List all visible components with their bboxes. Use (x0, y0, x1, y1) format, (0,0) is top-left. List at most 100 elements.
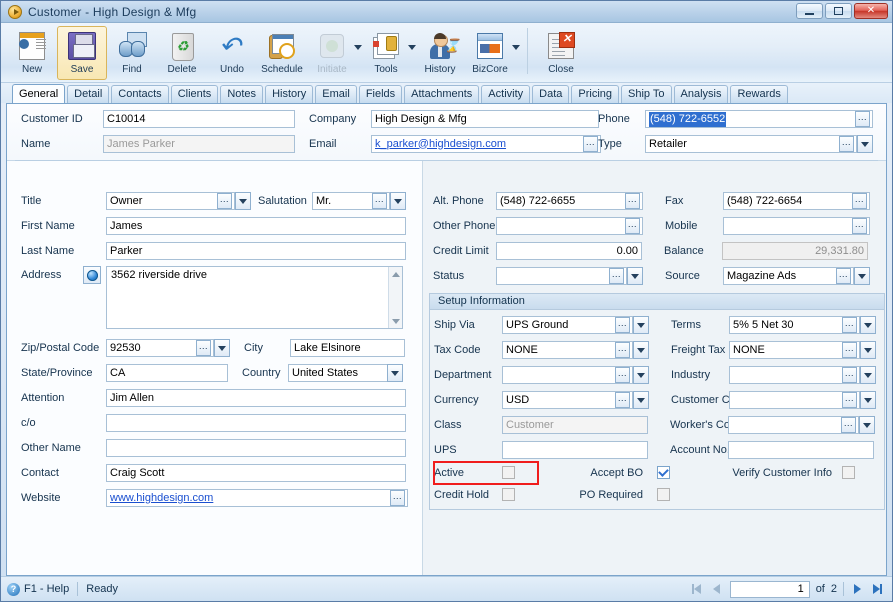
type-dropdown-button[interactable] (857, 135, 873, 153)
alt-phone-input[interactable]: (548) 722-6655 (496, 192, 625, 210)
salutation-ellipsis-button[interactable]: ⋯ (371, 193, 387, 209)
toolbar-button-delete[interactable]: ♻ Delete (157, 26, 207, 80)
toolbar-button-undo[interactable]: ↶ Undo (207, 26, 257, 80)
co-input[interactable] (106, 414, 406, 432)
toolbar-button-new[interactable]: New (7, 26, 57, 80)
tab-activity[interactable]: Activity (481, 85, 531, 103)
credit-hold-checkbox[interactable] (502, 488, 515, 501)
freight-tax-dropdown-button[interactable] (860, 341, 876, 359)
tab-ship-to[interactable]: Ship To (621, 85, 672, 103)
customer-code-input[interactable] (729, 391, 842, 409)
department-dropdown-button[interactable] (633, 366, 649, 384)
alt-phone-ellipsis-button[interactable]: ⋯ (625, 193, 640, 209)
email-input[interactable]: k_parker@highdesign.com (371, 135, 583, 153)
tab-detail[interactable]: Detail (67, 85, 110, 103)
next-record-icon[interactable] (850, 582, 864, 596)
industry-input[interactable] (729, 366, 842, 384)
website-input[interactable]: www.highdesign.com (106, 489, 390, 507)
title-dropdown-button[interactable] (235, 192, 251, 210)
previous-record-icon[interactable] (710, 582, 724, 596)
toolbar-button-save[interactable]: Save (57, 26, 107, 80)
country-dropdown-button[interactable] (387, 364, 403, 382)
currency-input[interactable]: USD (502, 391, 615, 409)
verify-customer-info-checkbox[interactable] (842, 466, 855, 479)
ship-via-ellipsis-button[interactable]: ⋯ (615, 317, 630, 333)
last-name-input[interactable]: Parker (106, 242, 406, 260)
title-ellipsis-button[interactable]: ⋯ (217, 193, 232, 209)
account-no-input[interactable] (728, 441, 874, 459)
terms-ellipsis-button[interactable]: ⋯ (842, 317, 857, 333)
toolbar-button-schedule[interactable]: Schedule (257, 26, 307, 80)
title-input[interactable]: Owner (106, 192, 217, 210)
department-ellipsis-button[interactable]: ⋯ (615, 367, 630, 383)
toolbar-button-initiate[interactable]: Initiate (307, 26, 357, 80)
address-textarea[interactable]: 3562 riverside drive (106, 266, 403, 329)
tab-rewards[interactable]: Rewards (730, 85, 788, 103)
website-ellipsis-button[interactable]: ⋯ (390, 490, 405, 506)
other-phone-ellipsis-button[interactable]: ⋯ (625, 218, 640, 234)
status-input[interactable] (496, 267, 609, 285)
other-name-input[interactable] (106, 439, 406, 457)
toolbar-button-tools[interactable]: Tools (361, 26, 411, 80)
zip-input[interactable]: 92530 (106, 339, 196, 357)
tab-notes[interactable]: Notes (220, 85, 264, 103)
currency-ellipsis-button[interactable]: ⋯ (615, 392, 630, 408)
fax-ellipsis-button[interactable]: ⋯ (852, 193, 867, 209)
terms-input[interactable]: 5% 5 Net 30 (729, 316, 842, 334)
state-input[interactable]: CA (106, 364, 228, 382)
last-record-icon[interactable] (870, 582, 884, 596)
email-ellipsis-button[interactable]: ⋯ (583, 136, 598, 152)
ship-via-dropdown-button[interactable] (633, 316, 649, 334)
minimize-button[interactable] (796, 3, 823, 19)
help-label[interactable]: F1 - Help (24, 583, 69, 595)
tab-fields[interactable]: Fields (358, 85, 403, 103)
type-ellipsis-button[interactable]: ⋯ (839, 136, 854, 152)
phone-input[interactable]: (548) 722-6552 (645, 110, 855, 128)
toolbar-button-history[interactable]: ⌛ History (415, 26, 465, 80)
tab-contacts[interactable]: Contacts (111, 85, 169, 103)
bizcore-dropdown-caret-icon[interactable] (511, 26, 521, 80)
city-input[interactable]: Lake Elsinore (290, 339, 405, 357)
fax-input[interactable]: (548) 722-6654 (723, 192, 852, 210)
freight-tax-ellipsis-button[interactable]: ⋯ (842, 342, 857, 358)
po-required-checkbox[interactable] (657, 488, 670, 501)
freight-tax-input[interactable]: NONE (729, 341, 842, 359)
tab-analysis[interactable]: Analysis (673, 85, 729, 103)
source-dropdown-button[interactable] (854, 267, 870, 285)
department-input[interactable] (502, 366, 615, 384)
contact-input[interactable]: Craig Scott (106, 464, 406, 482)
workers-code-dropdown-button[interactable] (859, 416, 875, 434)
tax-code-dropdown-button[interactable] (633, 341, 649, 359)
tab-attachments[interactable]: Attachments (404, 85, 480, 103)
tab-email[interactable]: Email (315, 85, 357, 103)
company-input[interactable]: High Design & Mfg (371, 110, 599, 128)
mobile-input[interactable] (723, 217, 852, 235)
toolbar-button-close[interactable]: ✕ Close (536, 26, 586, 80)
workers-code-ellipsis-button[interactable]: ⋯ (841, 417, 856, 433)
toolbar-button-bizcore[interactable]: BizCore (465, 26, 515, 80)
tab-clients[interactable]: Clients (170, 85, 219, 103)
status-dropdown-button[interactable] (627, 267, 643, 285)
first-record-icon[interactable] (690, 582, 704, 596)
tab-history[interactable]: History (265, 85, 314, 103)
page-number-input[interactable]: 1 (729, 580, 810, 598)
source-input[interactable]: Magazine Ads (723, 267, 836, 285)
source-ellipsis-button[interactable]: ⋯ (836, 268, 851, 284)
name-input[interactable]: James Parker (103, 135, 295, 153)
salutation-input[interactable]: Mr. (311, 192, 372, 210)
address-scrollbar[interactable] (388, 267, 402, 328)
tab-data[interactable]: Data (532, 85, 570, 103)
terms-dropdown-button[interactable] (860, 316, 876, 334)
other-phone-input[interactable] (496, 217, 625, 235)
close-button[interactable]: ✕ (854, 3, 888, 19)
customer-id-input[interactable]: C10014 (103, 110, 295, 128)
tab-general[interactable]: General (12, 84, 66, 103)
credit-limit-input[interactable]: 0.00 (496, 242, 642, 260)
mobile-ellipsis-button[interactable]: ⋯ (852, 218, 867, 234)
industry-dropdown-button[interactable] (860, 366, 876, 384)
ship-via-input[interactable]: UPS Ground (502, 316, 615, 334)
tax-code-ellipsis-button[interactable]: ⋯ (615, 342, 630, 358)
phone-ellipsis-button[interactable]: ⋯ (855, 111, 870, 127)
maximize-button[interactable] (825, 3, 852, 19)
currency-dropdown-button[interactable] (633, 391, 649, 409)
